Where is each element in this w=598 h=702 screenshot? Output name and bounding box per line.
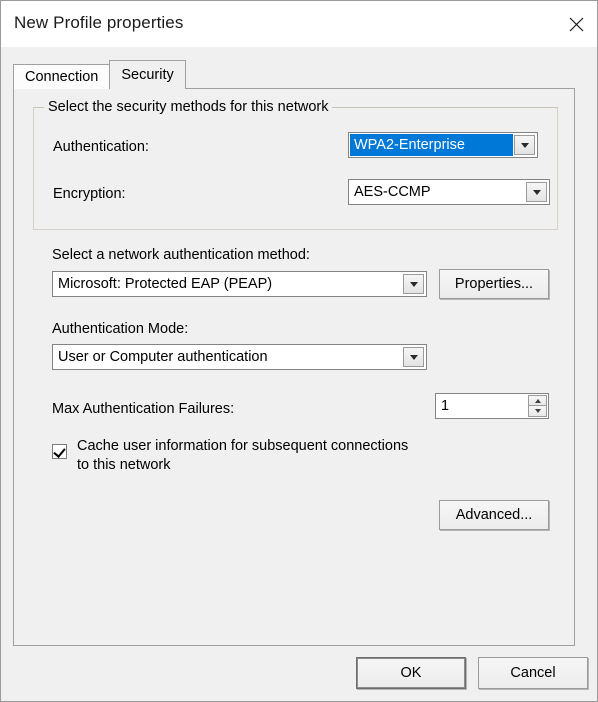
tab-security-label: Security xyxy=(121,67,174,83)
tab-connection[interactable]: Connection xyxy=(13,64,111,89)
security-methods-groupbox: Select the security methods for this net… xyxy=(33,99,558,230)
cancel-button-label: Cancel xyxy=(510,665,556,681)
properties-button[interactable]: Properties... xyxy=(439,269,549,299)
cache-user-info-checkbox-row[interactable]: Cache user information for subsequent co… xyxy=(52,437,512,475)
window-title: New Profile properties xyxy=(14,13,184,32)
cache-user-info-label-line1: Cache user information for subsequent co… xyxy=(77,438,409,454)
max-auth-failures-label: Max Authentication Failures: xyxy=(52,401,235,417)
auth-mode-combobox[interactable]: User or Computer authentication xyxy=(52,344,427,370)
tab-security[interactable]: Security xyxy=(109,60,186,89)
ok-button[interactable]: OK xyxy=(356,657,466,689)
new-profile-properties-dialog: New Profile properties Connection Securi… xyxy=(0,0,598,702)
title-bar: New Profile properties xyxy=(1,1,597,47)
stepper-increment-button[interactable] xyxy=(528,395,547,406)
tab-connection-label: Connection xyxy=(25,69,99,85)
encryption-combobox[interactable]: AES-CCMP xyxy=(348,179,550,205)
checkmark-icon xyxy=(53,445,66,458)
auth-method-combobox-value: Microsoft: Protected EAP (PEAP) xyxy=(58,276,273,292)
cache-user-info-label-line2: to this network xyxy=(77,457,171,473)
stepper-buttons xyxy=(528,395,547,417)
cache-user-info-checkbox[interactable] xyxy=(52,444,67,459)
max-auth-failures-value[interactable]: 1 xyxy=(436,394,528,418)
ok-button-label: OK xyxy=(400,665,422,681)
auth-method-label: Select a network authentication method: xyxy=(52,247,310,263)
cancel-button[interactable]: Cancel xyxy=(478,657,588,689)
stepper-decrement-button[interactable] xyxy=(528,406,547,417)
close-button[interactable] xyxy=(553,1,597,47)
properties-button-label: Properties... xyxy=(454,276,534,292)
tab-strip: Connection Security xyxy=(13,60,186,89)
chevron-down-icon[interactable] xyxy=(514,135,535,155)
auth-method-combobox[interactable]: Microsoft: Protected EAP (PEAP) xyxy=(52,271,427,297)
max-auth-failures-stepper[interactable]: 1 xyxy=(435,393,549,419)
cache-user-info-label: Cache user information for subsequent co… xyxy=(77,437,408,475)
auth-mode-combobox-value: User or Computer authentication xyxy=(58,349,268,365)
encryption-combobox-value: AES-CCMP xyxy=(354,184,431,200)
chevron-down-icon[interactable] xyxy=(403,274,424,294)
encryption-label: Encryption: xyxy=(53,186,126,202)
authentication-combobox[interactable]: WPA2-Enterprise xyxy=(348,132,538,158)
chevron-down-icon[interactable] xyxy=(526,182,547,202)
advanced-button-label: Advanced... xyxy=(455,507,533,523)
security-methods-groupbox-title: Select the security methods for this net… xyxy=(44,99,333,115)
close-icon xyxy=(568,16,585,33)
advanced-button[interactable]: Advanced... xyxy=(439,500,549,530)
auth-mode-label: Authentication Mode: xyxy=(52,321,189,337)
chevron-down-icon[interactable] xyxy=(403,347,424,367)
authentication-combobox-value: WPA2-Enterprise xyxy=(350,134,513,156)
security-tab-panel: Select the security methods for this net… xyxy=(13,88,575,646)
authentication-label: Authentication: xyxy=(53,139,149,155)
